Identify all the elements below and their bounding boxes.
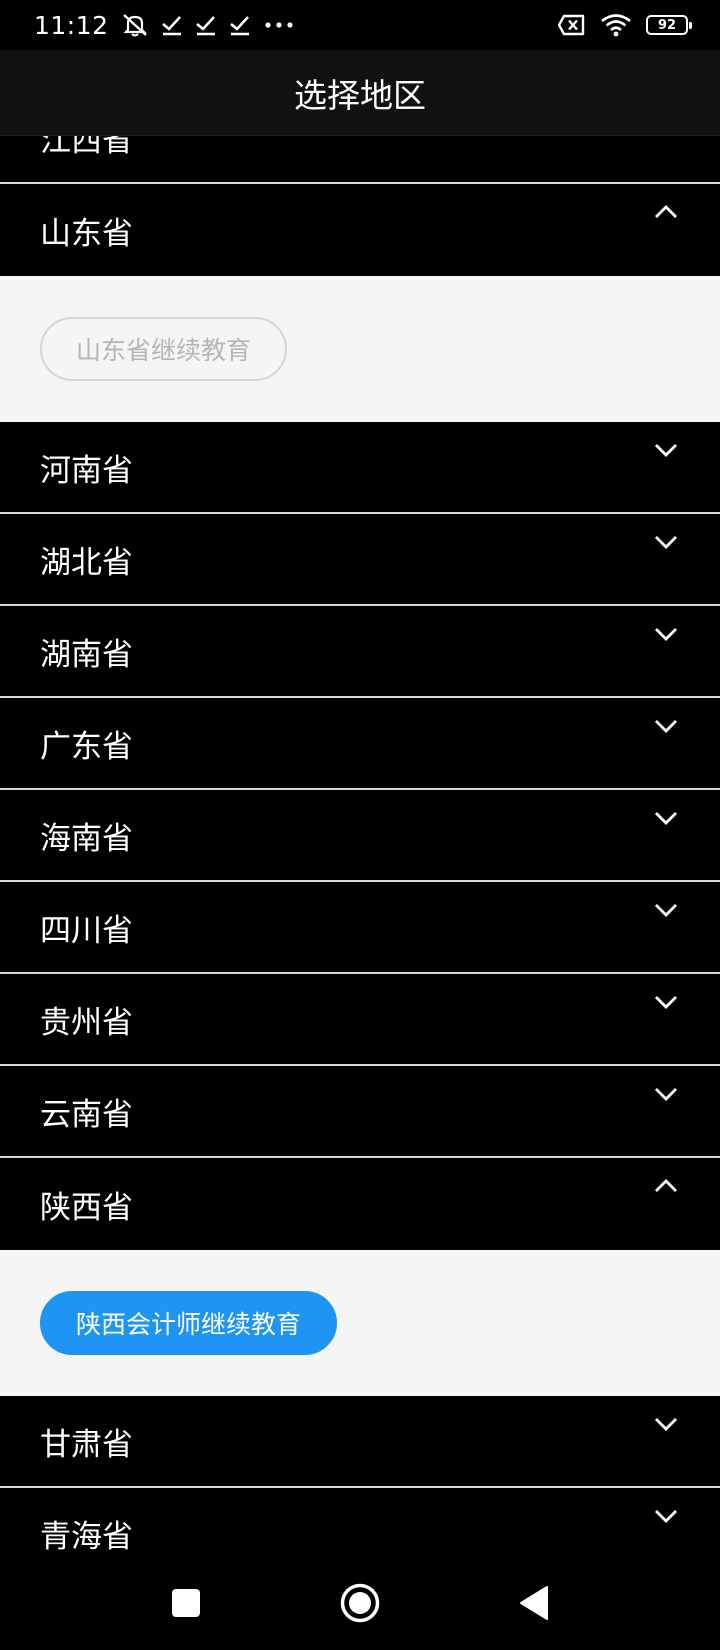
chevron-down-icon: [652, 1084, 680, 1104]
province-row-hainan[interactable]: 海南省: [0, 790, 720, 882]
province-label: 海南省: [40, 820, 133, 857]
chevron-down-icon: [652, 1506, 680, 1526]
province-row-shaanxi[interactable]: 陕西省: [0, 1158, 720, 1250]
chevron-up-icon: [652, 1176, 680, 1196]
chevron-down-icon: [652, 1414, 680, 1434]
province-row-sichuan[interactable]: 四川省: [0, 882, 720, 974]
province-label: 江西省: [40, 136, 133, 159]
province-row-gansu[interactable]: 甘肃省: [0, 1396, 720, 1488]
navigation-bar: [0, 1556, 720, 1650]
region-list-content: 江西省 山东省 山东省继续教育 河南省 湖北省 湖南省 广东省 海南省 四川省 …: [0, 136, 720, 1556]
chevron-down-icon: [652, 716, 680, 736]
province-label: 贵州省: [40, 1004, 133, 1041]
chevron-down-icon: [652, 624, 680, 644]
battery-icon: 92: [646, 15, 692, 35]
mute-icon: [121, 12, 149, 38]
app-header: 选择地区: [0, 50, 720, 136]
check-icon: [161, 14, 183, 36]
chevron-down-icon: [652, 440, 680, 460]
chevron-up-icon: [652, 202, 680, 222]
status-time: 11:12: [34, 10, 109, 40]
status-right: 92: [558, 13, 692, 37]
option-shaanxi-accountant-continuing-education[interactable]: 陕西会计师继续教育: [40, 1291, 338, 1355]
province-row-henan[interactable]: 河南省: [0, 422, 720, 514]
wifi-icon: [600, 13, 632, 37]
province-row-shandong[interactable]: 山东省: [0, 184, 720, 276]
recent-apps-icon[interactable]: [156, 1573, 216, 1633]
province-label: 甘肃省: [40, 1426, 133, 1463]
chevron-down-icon: [652, 808, 680, 828]
province-row-guizhou[interactable]: 贵州省: [0, 974, 720, 1066]
province-label: 青海省: [40, 1518, 133, 1555]
chevron-down-icon: [652, 532, 680, 552]
check-icon: [195, 14, 217, 36]
chevron-down-icon: [652, 992, 680, 1012]
region-list[interactable]: 江西省 山东省 山东省继续教育 河南省 湖北省 湖南省 广东省 海南省 四川省 …: [0, 136, 720, 1556]
province-label: 广东省: [40, 728, 133, 765]
sub-panel-shandong: 山东省继续教育: [0, 276, 720, 422]
home-icon[interactable]: [330, 1573, 390, 1633]
province-label: 云南省: [40, 1096, 133, 1133]
chevron-down-icon: [652, 900, 680, 920]
province-row-yunnan[interactable]: 云南省: [0, 1066, 720, 1158]
check-icon: [229, 14, 251, 36]
status-left: 11:12: [34, 11, 295, 40]
more-dots-icon: [263, 20, 295, 30]
sub-panel-shaanxi: 陕西会计师继续教育: [0, 1250, 720, 1396]
status-bar: 11:12 92: [0, 0, 720, 50]
province-row-qinghai[interactable]: 青海省: [0, 1488, 720, 1556]
province-label: 山东省: [40, 215, 133, 252]
province-label: 湖北省: [40, 544, 133, 581]
province-row-jiangxi[interactable]: 江西省: [0, 136, 720, 184]
battery-level: 92: [657, 17, 677, 33]
province-row-hunan[interactable]: 湖南省: [0, 606, 720, 698]
province-label: 四川省: [40, 912, 133, 949]
province-row-hubei[interactable]: 湖北省: [0, 514, 720, 606]
sim-off-icon: [558, 14, 586, 36]
province-label: 湖南省: [40, 636, 133, 673]
province-label: 河南省: [40, 452, 133, 489]
screen: 11:12 92 选择地区 江西省 山东省 山东省继续教育 河南省 湖北省 湖南…: [0, 0, 720, 1650]
province-row-guangdong[interactable]: 广东省: [0, 698, 720, 790]
page-title: 选择地区: [294, 75, 426, 115]
back-icon[interactable]: [504, 1573, 564, 1633]
province-label: 陕西省: [40, 1189, 133, 1226]
option-shandong-continuing-education[interactable]: 山东省继续教育: [40, 317, 288, 381]
